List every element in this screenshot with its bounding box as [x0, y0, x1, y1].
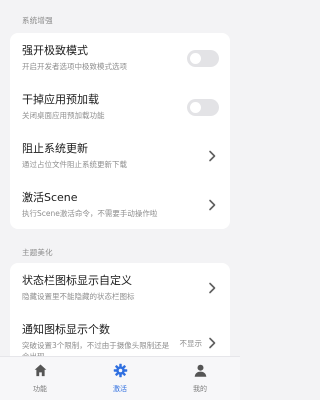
tab-label: 功能 — [33, 385, 47, 393]
extreme-mode-toggle[interactable] — [187, 50, 219, 67]
tab-label: 我的 — [193, 385, 207, 393]
section-header-theme: 主题美化 — [22, 248, 53, 257]
settings-page: 系统增强 强开极致模式 开启开发者选项中极致模式选项 干掉应用预加载 关闭桌面应… — [0, 0, 240, 400]
gear-icon — [113, 363, 127, 378]
app-preload-toggle[interactable] — [187, 99, 219, 116]
setting-subtitle: 执行Scene激活命令，不需要手动操作啦 — [22, 209, 158, 218]
chevron-right-icon — [209, 337, 216, 349]
setting-subtitle: 隐藏设置里不能隐藏的状态栏图标 — [22, 292, 135, 301]
setting-activate-scene[interactable]: 激活Scene 执行Scene激活命令，不需要手动操作啦 — [10, 180, 230, 229]
chevron-right-icon — [209, 150, 216, 162]
chevron-right-icon — [209, 199, 216, 211]
tab-mine[interactable]: 我的 — [160, 357, 240, 400]
tab-label: 激活 — [113, 385, 127, 393]
setting-title: 通知图标显示个数 — [22, 323, 110, 336]
setting-title: 激活Scene — [22, 191, 78, 204]
setting-title: 阻止系统更新 — [22, 142, 88, 155]
setting-statusbar-icons[interactable]: 状态栏图标显示自定义 隐藏设置里不能隐藏的状态栏图标 — [10, 263, 230, 312]
setting-subtitle: 通过占位文件阻止系统更新下载 — [22, 160, 127, 169]
card-system-enhance: 强开极致模式 开启开发者选项中极致模式选项 干掉应用预加载 关闭桌面应用预加载功… — [10, 33, 230, 229]
home-icon — [34, 364, 46, 377]
toggle-knob — [190, 102, 201, 113]
bottom-tab-bar: 功能 激活 我的 — [0, 356, 240, 400]
setting-value: 不显示 — [179, 339, 203, 348]
toggle-knob — [190, 53, 201, 64]
section-header-system: 系统增强 — [22, 16, 53, 25]
chevron-right-icon — [209, 282, 216, 294]
tab-activate[interactable]: 激活 — [80, 357, 160, 400]
setting-extreme-mode[interactable]: 强开极致模式 开启开发者选项中极致模式选项 — [10, 33, 230, 82]
person-icon — [194, 364, 206, 377]
setting-title: 状态栏图标显示自定义 — [22, 274, 132, 287]
setting-app-preload[interactable]: 干掉应用预加载 关闭桌面应用预加载功能 — [10, 82, 230, 131]
tab-features[interactable]: 功能 — [0, 357, 80, 400]
setting-block-updates[interactable]: 阻止系统更新 通过占位文件阻止系统更新下载 — [10, 131, 230, 180]
